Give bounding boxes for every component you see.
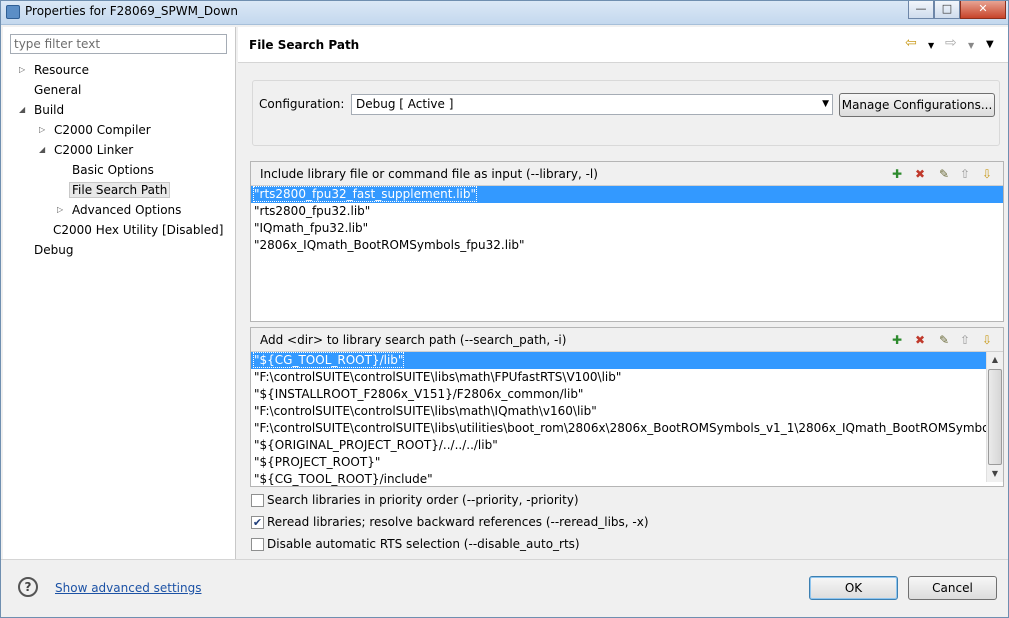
tree-item-label: Resource (34, 63, 90, 77)
list-item[interactable]: "${PROJECT_ROOT}" (251, 454, 986, 471)
properties-dialog: Properties for F28069_SPWM_Down — □ ✕ ▷ … (0, 0, 1009, 618)
back-menu-chevron-icon[interactable]: ▼ (928, 38, 934, 54)
tree-item-basic-options[interactable]: Basic Options (72, 161, 154, 179)
move-up-icon[interactable]: ⇧ (957, 166, 973, 182)
library-list-group: Include library file or command file as … (250, 161, 1004, 322)
tree-item-label: General (34, 83, 82, 97)
minimize-button[interactable]: — (908, 1, 934, 19)
collapse-arrow-icon[interactable]: ◢ (39, 141, 45, 159)
reread-libs-label: Reread libraries; resolve backward refer… (267, 515, 649, 529)
list-item[interactable]: "IQmath_fpu32.lib" (251, 220, 1003, 237)
dialog-footer: ? Show advanced settings OK Cancel (1, 559, 1008, 617)
tree-item-label: Debug (34, 243, 74, 257)
help-icon[interactable]: ? (18, 577, 38, 597)
tree-item-file-search-path[interactable]: File Search Path (69, 181, 171, 199)
list-item[interactable]: "F:\controlSUITE\controlSUITE\libs\utili… (251, 420, 986, 437)
close-button[interactable]: ✕ (960, 1, 1006, 19)
show-advanced-settings-link[interactable]: Show advanced settings (55, 581, 202, 595)
tree-item-label: Basic Options (72, 163, 154, 177)
configuration-value: Debug [ Active ] (356, 97, 454, 111)
tree-item-debug[interactable]: Debug (34, 241, 73, 259)
back-arrow-icon[interactable]: ⇦ (905, 35, 917, 51)
search-path-list-title: Add <dir> to library search path (--sear… (260, 333, 567, 347)
list-item[interactable]: "${ORIGINAL_PROJECT_ROOT}/../../../lib" (251, 437, 986, 454)
add-icon[interactable]: ✚ (889, 166, 905, 182)
tree-item-label: C2000 Hex Utility [Disabled] (53, 223, 224, 237)
ok-button[interactable]: OK (809, 576, 898, 600)
priority-label: Search libraries in priority order (--pr… (267, 493, 579, 507)
move-down-icon[interactable]: ⇩ (979, 332, 995, 348)
delete-icon[interactable]: ✖ (912, 166, 928, 182)
expand-arrow-icon[interactable]: ▷ (19, 61, 25, 79)
chevron-down-icon[interactable]: ▼ (822, 95, 829, 114)
list-item[interactable]: "${CG_TOOL_ROOT}/lib" (251, 352, 986, 369)
view-menu-icon[interactable]: ▼ (986, 37, 994, 53)
tree-item-general[interactable]: General (34, 81, 81, 99)
list-item[interactable]: "F:\controlSUITE\controlSUITE\libs\math\… (251, 403, 986, 420)
edit-icon[interactable]: ✎ (936, 332, 952, 348)
search-path-list-header: Add <dir> to library search path (--sear… (251, 328, 1003, 352)
cancel-button[interactable]: Cancel (908, 576, 997, 600)
reread-libs-checkbox[interactable]: ✔ (251, 516, 264, 529)
list-item[interactable]: "rts2800_fpu32_fast_supplement.lib" (251, 186, 1003, 203)
expand-arrow-icon[interactable]: ▷ (57, 201, 63, 219)
scroll-up-icon[interactable]: ▲ (987, 352, 1003, 368)
forward-arrow-icon[interactable]: ⇨ (945, 35, 957, 51)
library-list-header: Include library file or command file as … (251, 162, 1003, 186)
tree-item-label: Advanced Options (72, 203, 182, 217)
tree-item-label: C2000 Compiler (54, 123, 151, 137)
configuration-group: Configuration: Debug [ Active ] ▼ Manage… (252, 80, 1000, 146)
disable-auto-rts-checkbox[interactable] (251, 538, 264, 551)
configuration-select[interactable]: Debug [ Active ] ▼ (351, 94, 833, 115)
list-item[interactable]: "rts2800_fpu32.lib" (251, 203, 1003, 220)
tree-item-label: C2000 Linker (54, 143, 134, 157)
disable-auto-rts-label: Disable automatic RTS selection (--disab… (267, 537, 580, 551)
search-path-scrollbar[interactable]: ▲ ▼ (986, 352, 1003, 482)
move-down-icon[interactable]: ⇩ (979, 166, 995, 182)
scroll-thumb[interactable] (988, 369, 1002, 465)
search-path-list[interactable]: "${CG_TOOL_ROOT}/lib" "F:\controlSUITE\c… (251, 352, 986, 488)
search-path-list-group: Add <dir> to library search path (--sear… (250, 327, 1004, 487)
move-up-icon[interactable]: ⇧ (957, 332, 973, 348)
page-title: File Search Path (249, 38, 360, 52)
configuration-label: Configuration: (259, 97, 345, 111)
delete-icon[interactable]: ✖ (912, 332, 928, 348)
app-icon (6, 5, 20, 19)
tree-item-hex-utility[interactable]: C2000 Hex Utility [Disabled] (53, 221, 223, 239)
title-bar[interactable]: Properties for F28069_SPWM_Down — □ ✕ (1, 1, 1008, 25)
library-list-title: Include library file or command file as … (260, 167, 598, 181)
forward-menu-chevron-icon[interactable]: ▼ (968, 38, 974, 54)
manage-configurations-button[interactable]: Manage Configurations... (839, 93, 995, 117)
scroll-down-icon[interactable]: ▼ (987, 466, 1003, 482)
tree-item-label: File Search Path (69, 182, 171, 198)
collapse-arrow-icon[interactable]: ◢ (19, 101, 25, 119)
list-item[interactable]: "${INSTALLROOT_F2806x_V151}/F2806x_commo… (251, 386, 986, 403)
page-header: File Search Path ⇦ ▼ ⇨ ▼ ▼ (238, 27, 1008, 63)
filter-input[interactable] (10, 34, 227, 54)
preference-tree-panel: ▷ Resource General ◢ Build ▷ C2000 Compi… (3, 27, 236, 559)
priority-checkbox[interactable] (251, 494, 264, 507)
list-item[interactable]: "F:\controlSUITE\controlSUITE\libs\math\… (251, 369, 986, 386)
window-title: Properties for F28069_SPWM_Down (25, 4, 238, 18)
page-content: Configuration: Debug [ Active ] ▼ Manage… (238, 64, 1008, 559)
list-item[interactable]: "2806x_IQmath_BootROMSymbols_fpu32.lib" (251, 237, 1003, 254)
expand-arrow-icon[interactable]: ▷ (39, 121, 45, 139)
edit-icon[interactable]: ✎ (936, 166, 952, 182)
maximize-button[interactable]: □ (934, 1, 960, 19)
list-item[interactable]: "${CG_TOOL_ROOT}/include" (251, 471, 986, 488)
library-list[interactable]: "rts2800_fpu32_fast_supplement.lib" "rts… (251, 186, 1003, 254)
tree-item-label: Build (34, 103, 65, 117)
add-icon[interactable]: ✚ (889, 332, 905, 348)
